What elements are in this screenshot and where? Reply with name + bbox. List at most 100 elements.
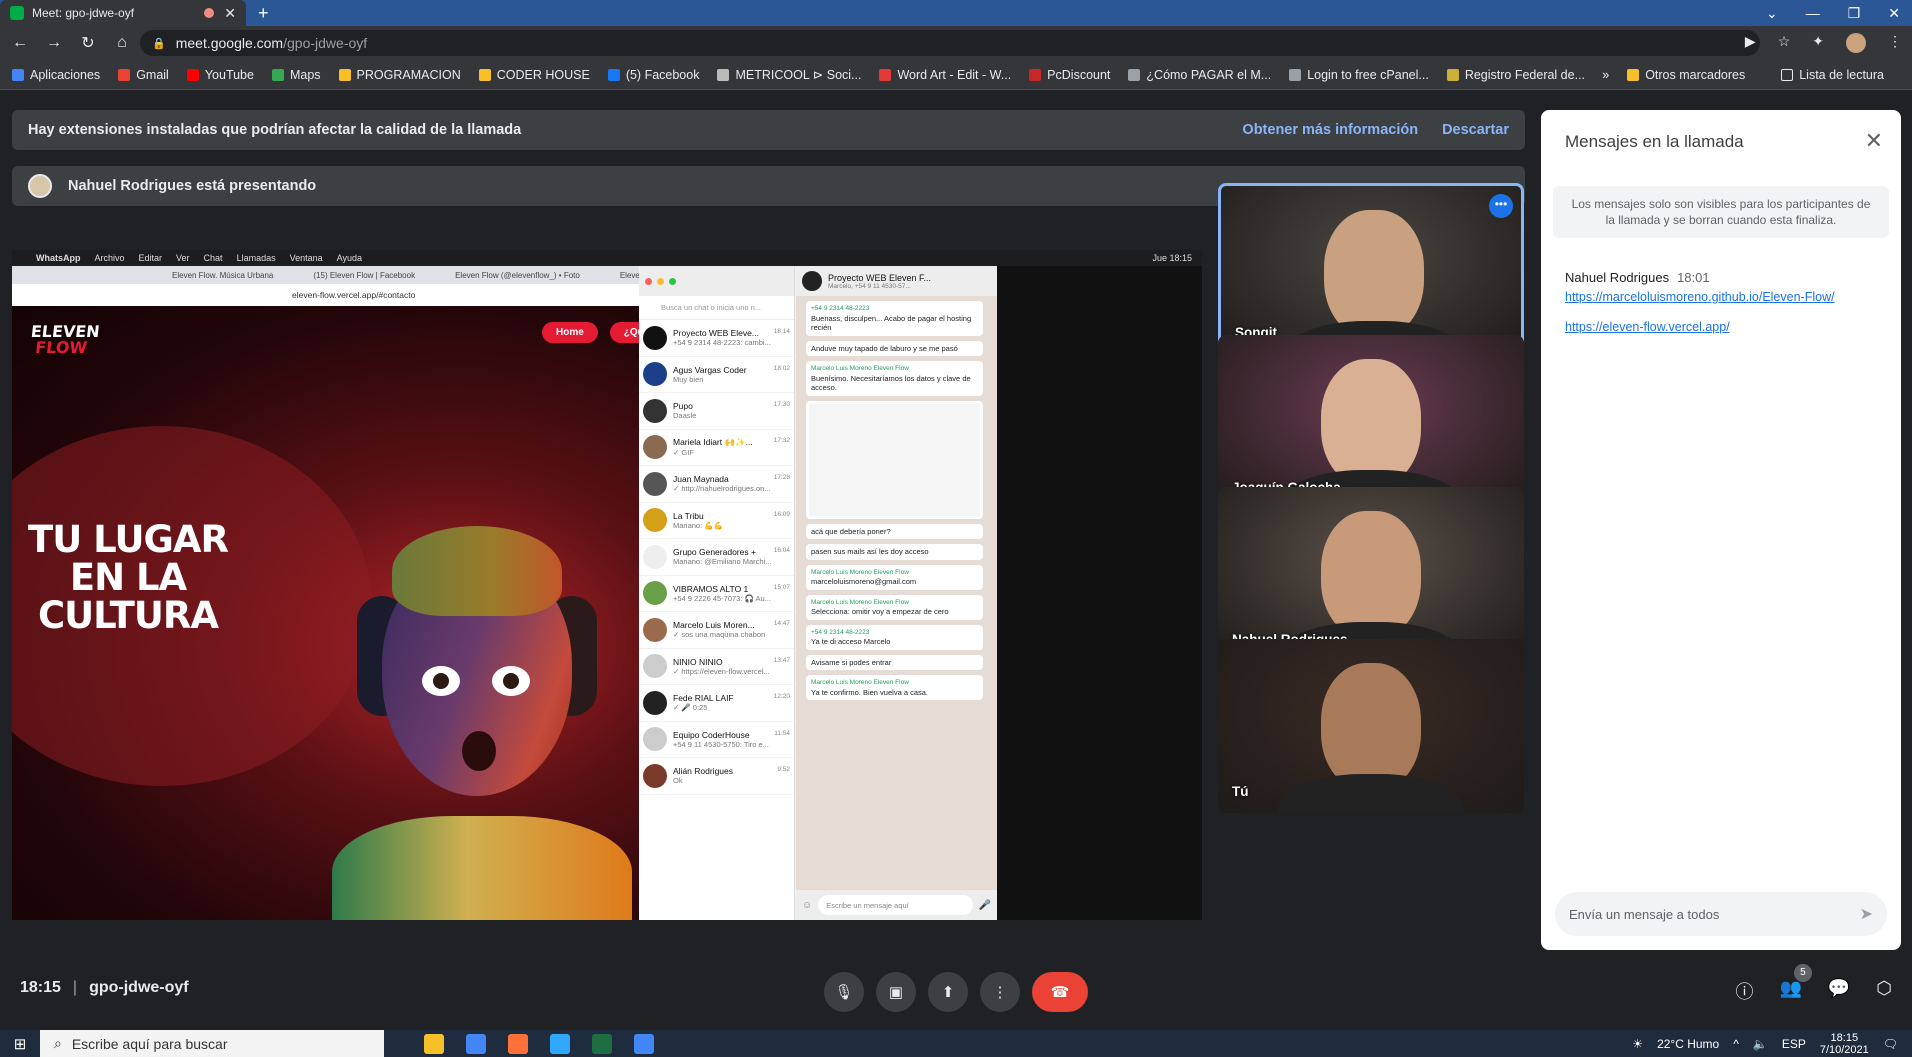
- taskbar-search[interactable]: ⌕ Escribe aquí para buscar: [40, 1030, 384, 1057]
- chat-icon[interactable]: 💬: [1828, 978, 1850, 1004]
- message-author: Marcelo Luis Moreno Eleven Flow: [811, 679, 909, 686]
- group-name: Proyecto WEB Eleven F...: [828, 272, 932, 283]
- hero-title: TU LUGAR EN LA CULTURA: [28, 518, 229, 635]
- close-panel-icon[interactable]: ✕: [1865, 128, 1883, 154]
- chat-text: Mariela Idiart 🙌✨... 17:32 ✓ GIF: [673, 437, 790, 457]
- home-icon[interactable]: ⌂: [108, 34, 136, 52]
- chat-time: 16:09: [773, 510, 790, 518]
- message-sender: Nahuel Rodrigues 18:01: [1565, 270, 1710, 285]
- mic-icon: 🎙: [834, 984, 854, 1001]
- present-button[interactable]: ⬆: [928, 972, 968, 1012]
- chat-link[interactable]: https://marceloluismoreno.github.io/Elev…: [1565, 290, 1835, 304]
- restore-button[interactable]: ❐: [1848, 5, 1861, 22]
- more-options-button[interactable]: ⋮: [980, 972, 1020, 1012]
- forward-icon[interactable]: →: [40, 34, 68, 52]
- bookmark-item[interactable]: CODER HOUSE: [478, 68, 590, 82]
- browser-menu-icon[interactable]: ⋮: [1888, 33, 1902, 53]
- reload-icon[interactable]: ↻: [74, 33, 102, 53]
- lock-icon[interactable]: 🔒: [152, 37, 166, 50]
- more-bookmarks-chevron[interactable]: »: [1602, 68, 1609, 82]
- camera-permission-icon[interactable]: ▶: [1745, 33, 1756, 53]
- chat-input[interactable]: Envía un mensaje a todos ➤: [1555, 892, 1887, 936]
- search-icon: ⌕: [54, 1035, 62, 1051]
- message-bubble: acá que debería poner?: [806, 523, 983, 539]
- more-info-link[interactable]: Obtener más información: [1242, 122, 1418, 138]
- language-indicator[interactable]: ESP: [1782, 1037, 1806, 1051]
- taskbar-app-icon[interactable]: [508, 1033, 528, 1054]
- end-call-button[interactable]: ☎: [1032, 972, 1088, 1012]
- taskbar-app-icon[interactable]: [550, 1033, 570, 1054]
- taskbar-app-icon[interactable]: [424, 1033, 444, 1054]
- bookmark-item[interactable]: PcDiscount: [1029, 68, 1110, 82]
- bookmark-item[interactable]: ¿Cómo PAGAR el M...: [1128, 68, 1271, 82]
- chat-link[interactable]: https://eleven-flow.vercel.app/: [1565, 320, 1730, 334]
- participant-tile[interactable]: ••• Songit: [1218, 183, 1524, 357]
- bookmark-label: Maps: [289, 67, 321, 82]
- message-bubble: +54 9 2314 48-2223 Ya te di acceso Marcel…: [806, 624, 983, 650]
- windows-taskbar: ⊞ ⌕ Escribe aquí para buscar ☀ 22°C Humo…: [0, 1030, 1912, 1057]
- dismiss-button[interactable]: Descartar: [1442, 122, 1509, 138]
- bookmark-other[interactable]: Otros marcadores: [1627, 68, 1745, 82]
- chat-text: VIBRAMOS ALTO 1 15:07 +54 9 2226 45-7073: …: [673, 584, 790, 603]
- bookmark-item[interactable]: Login to free cPanel...: [1289, 68, 1429, 82]
- bookmark-item[interactable]: YouTube: [186, 68, 254, 82]
- close-tab-icon[interactable]: ✕: [224, 5, 236, 22]
- activities-icon[interactable]: ⬡: [1876, 978, 1892, 1004]
- taskbar-app-icon[interactable]: [592, 1033, 612, 1054]
- weather-text[interactable]: 22°C Humo: [1657, 1037, 1719, 1051]
- taskbar-apps: [424, 1033, 654, 1054]
- profile-avatar[interactable]: [1846, 33, 1866, 53]
- chat-name: Pupo 17:30: [673, 401, 790, 411]
- chat-text: Marcelo Luis Moren... 14:47 ✓ sos una maqu…: [673, 620, 790, 639]
- tab-search-icon[interactable]: ⌄: [1766, 5, 1778, 22]
- participant-tile[interactable]: Tú: [1218, 639, 1524, 813]
- bookmark-label: Aplicaciones: [30, 67, 101, 82]
- mic-icon: 🎤: [978, 899, 991, 911]
- taskbar-app-icon[interactable]: [634, 1033, 654, 1054]
- participant-tile[interactable]: Nahuel Rodrigues: [1218, 487, 1524, 661]
- taskbar-clock[interactable]: 18:15 7/10/2021: [1820, 1032, 1869, 1056]
- reading-list-button[interactable]: Lista de lectura: [1781, 68, 1884, 82]
- bookmark-item[interactable]: Gmail: [118, 68, 169, 82]
- logo-bottom: FLOW: [34, 338, 89, 357]
- tray-chevron-icon[interactable]: ^: [1733, 1037, 1739, 1051]
- chat-time: 16:04: [773, 547, 790, 555]
- people-button[interactable]: 👥 5: [1779, 964, 1812, 1004]
- extensions-icon[interactable]: ✦: [1812, 33, 1824, 53]
- bookmark-star-icon[interactable]: ☆: [1778, 33, 1791, 53]
- bookmark-item[interactable]: Word Art - Edit - W...: [879, 68, 1011, 82]
- message-text: Anduve muy tapado de laburo y se me pasó: [811, 343, 958, 353]
- chat-time: 18:02: [773, 364, 790, 372]
- volume-icon[interactable]: 🔈: [1753, 1037, 1768, 1051]
- close-window-button[interactable]: ✕: [1888, 5, 1900, 22]
- bookmark-item[interactable]: Maps: [271, 67, 321, 82]
- bookmark-item[interactable]: Aplicaciones: [12, 68, 100, 82]
- chat-title: Equipo CoderHouse: [673, 729, 750, 740]
- message-author: Marcelo Luis Moreno Eleven Flow: [811, 568, 909, 576]
- message-author: Marcelo Luis Moreno Eleven Flow: [811, 598, 909, 606]
- taskbar-app-icon[interactable]: [466, 1033, 486, 1054]
- bookmark-item[interactable]: (5) Facebook: [607, 68, 699, 82]
- url-host: meet.google.com: [175, 35, 284, 51]
- notifications-icon[interactable]: 🗨: [1883, 1037, 1898, 1051]
- minimize-button[interactable]: —: [1806, 5, 1820, 21]
- participant-tile[interactable]: Joaquín Galocha: [1218, 335, 1524, 509]
- hero-line: TU LUGAR: [28, 518, 229, 561]
- mic-button[interactable]: 🎙: [824, 972, 864, 1012]
- bookmark-item[interactable]: PROGRAMACION: [338, 68, 461, 82]
- url-bar[interactable]: 🔒 meet.google.com/gpo-jdwe-oyf: [140, 30, 1760, 56]
- bookmark-label: Word Art - Edit - W...: [897, 67, 1012, 82]
- bookmark-item[interactable]: METRICOOL ⊳ Soci...: [717, 67, 861, 82]
- tile-options-icon[interactable]: •••: [1489, 194, 1513, 218]
- camera-button[interactable]: ▣: [876, 972, 916, 1012]
- new-tab-button[interactable]: +: [258, 0, 269, 26]
- send-icon[interactable]: ➤: [1860, 904, 1873, 924]
- windows-start-icon[interactable]: ⊞: [0, 1035, 40, 1053]
- chat-time: 14:47: [773, 620, 790, 628]
- back-icon[interactable]: ←: [6, 34, 34, 52]
- browser-tab[interactable]: Meet: gpo-jdwe-oyf ✕: [0, 0, 246, 26]
- bookmark-item[interactable]: Registro Federal de...: [1446, 68, 1585, 82]
- meeting-info-icon[interactable]: ⓘ: [1735, 978, 1753, 1004]
- eleven-flow-logo: ELEVEN FLOW: [28, 322, 101, 357]
- chat-list-item: Juan Maynada 17:28 ✓ http://nahuelrodrigue…: [639, 466, 794, 503]
